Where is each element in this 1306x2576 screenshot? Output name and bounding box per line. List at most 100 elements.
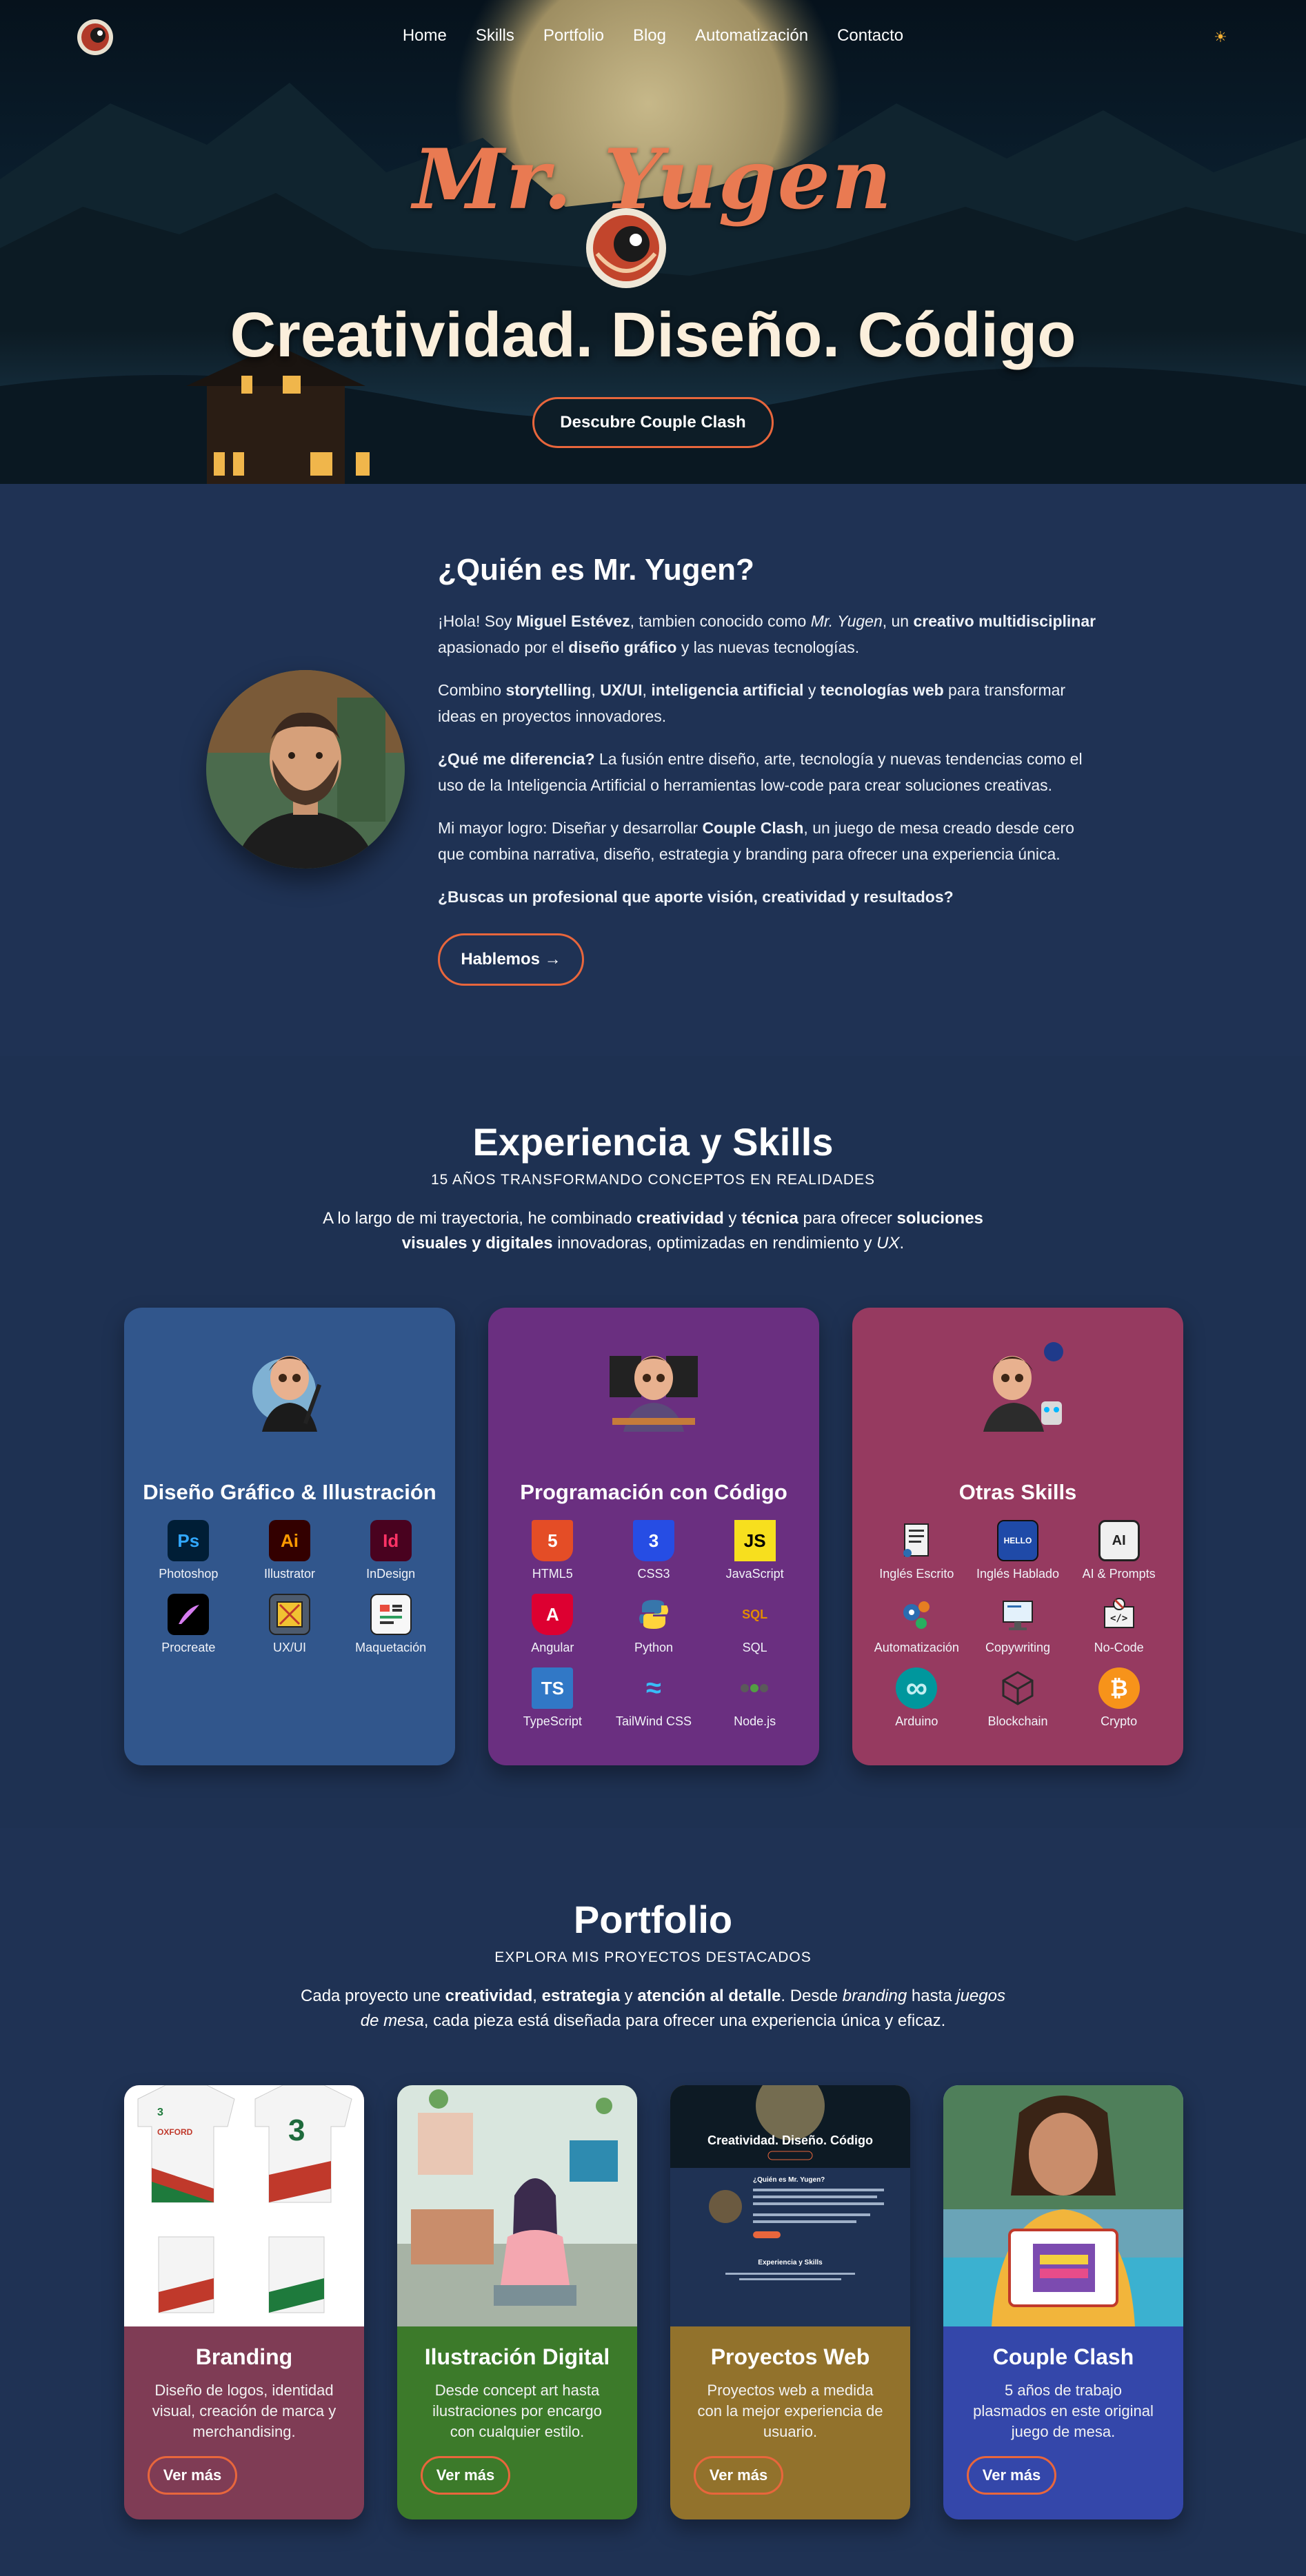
skill-card-programming: Programación con Código 5 HTML5 3 CSS3 JS J… xyxy=(488,1308,819,1765)
copywriting-shape xyxy=(1002,1601,1033,1630)
skill-item: 3 CSS3 xyxy=(603,1520,705,1581)
nodejs-icon xyxy=(734,1667,776,1709)
skill-label: Photoshop xyxy=(159,1567,219,1581)
skill-card-design: Diseño Gráfico & Illustración Ps Photosho… xyxy=(124,1308,455,1765)
text-span: , xyxy=(642,681,652,699)
about-section: ¿Quién es Mr. Yugen? ¡Hola! Soy Miguel E… xyxy=(0,484,1306,1056)
sun-icon[interactable]: ☀ xyxy=(1212,29,1229,45)
text-span: , tambien conocido como xyxy=(630,612,811,630)
skill-card-other: Otras Skills Inglés Escrito HELLO Inglés … xyxy=(852,1308,1183,1765)
python-shape xyxy=(639,1600,668,1629)
skill-item: TS TypeScript xyxy=(502,1667,603,1729)
skill-card-title: Programación con Código xyxy=(520,1480,787,1504)
skill-label: Python xyxy=(634,1641,674,1654)
text-span: A lo largo de mi trayectoria, he combina… xyxy=(323,1209,636,1228)
text-highlight: atención al detalle xyxy=(637,1987,781,2005)
skill-item: Node.js xyxy=(704,1667,805,1729)
web-preview-title: Creatividad. Diseño. Código xyxy=(707,2133,873,2147)
portfolio-card-desc: 5 años de trabajo plasmados en este orig… xyxy=(973,2382,1154,2440)
name-highlight: Miguel Estévez xyxy=(516,612,630,630)
skill-item: A Angular xyxy=(502,1594,603,1655)
brand-emblem-icon xyxy=(586,208,666,288)
portfolio-card-illustration[interactable]: Ilustración Digital Desde concept art ha… xyxy=(397,2085,637,2519)
main-nav: Home Skills Portfolio Blog Automatizació… xyxy=(0,26,1306,45)
nav-contact[interactable]: Contacto xyxy=(837,26,903,45)
profile-avatar xyxy=(206,670,405,869)
document-shape xyxy=(903,1523,930,1557)
nav-automation[interactable]: Automatización xyxy=(695,26,808,45)
text-span: , cada pieza está diseñada para ofrecer … xyxy=(423,2011,946,2030)
about-text: ¿Quién es Mr. Yugen? ¡Hola! Soy Miguel E… xyxy=(438,553,1100,986)
text-span: innovadoras, optimizadas en rendimiento … xyxy=(552,1234,877,1252)
lets-talk-button[interactable]: Hablemos → xyxy=(438,933,584,986)
skill-item: JS JavaScript xyxy=(704,1520,805,1581)
question-highlight: ¿Buscas un profesional que aporte visión… xyxy=(438,888,954,906)
portfolio-card-title: Couple Clash xyxy=(992,2344,1134,2369)
skill-item: ∞ Arduino xyxy=(866,1667,967,1729)
see-more-button[interactable]: Ver más xyxy=(421,2456,510,2495)
text-highlight: estrategia xyxy=(541,1987,620,2005)
portfolio-card-title: Branding xyxy=(195,2344,293,2369)
text-highlight: creatividad xyxy=(445,1987,533,2005)
nav-skills[interactable]: Skills xyxy=(476,26,514,45)
nav-portfolio[interactable]: Portfolio xyxy=(543,26,604,45)
skill-label: Maquetación xyxy=(355,1641,427,1654)
javascript-icon: JS xyxy=(734,1520,776,1561)
text-span: y xyxy=(619,1987,638,2005)
no-code-icon: </> xyxy=(1098,1594,1140,1635)
skill-label: Copywriting xyxy=(985,1641,1051,1654)
difference-highlight: ¿Qué me diferencia? xyxy=(438,750,595,768)
procreate-icon xyxy=(168,1594,210,1635)
layout-icon xyxy=(370,1594,412,1635)
blockchain-icon xyxy=(997,1667,1038,1709)
blockchain-shape xyxy=(1002,1671,1034,1705)
see-more-button[interactable]: Ver más xyxy=(148,2456,237,2495)
about-paragraph-skills: Combino storytelling, UX/UI, inteligenci… xyxy=(438,677,1100,729)
text-span: apasionado por el xyxy=(438,638,569,656)
skill-label: Arduino xyxy=(895,1714,938,1728)
text-span: hasta xyxy=(907,1987,957,2005)
nav-blog[interactable]: Blog xyxy=(633,26,666,45)
skill-icon-grid: Ps Photoshop Ai Illustrator Id InDesign Pro… xyxy=(138,1520,441,1655)
programmer-avatar-illustration xyxy=(610,1356,698,1432)
couple-clash-photo xyxy=(943,2085,1183,2326)
photoshop-icon: Ps xyxy=(168,1520,210,1561)
skill-label: Inglés Hablado xyxy=(976,1567,1060,1581)
text-span: y xyxy=(803,681,821,699)
portfolio-card-couple-clash[interactable]: Couple Clash 5 años de trabajo plasmados… xyxy=(943,2085,1183,2519)
about-paragraph-difference: ¿Qué me diferencia? La fusión entre dise… xyxy=(438,746,1100,798)
nodejs-shape xyxy=(740,1684,768,1692)
portfolio-section: Portfolio EXPLORA MIS PROYECTOS DESTACAD… xyxy=(0,1828,1306,2576)
portfolio-card-desc: Proyectos web a medida con la mejor expe… xyxy=(697,2382,883,2440)
text-highlight: UX xyxy=(876,1234,900,1252)
see-more-button[interactable]: Ver más xyxy=(967,2456,1056,2495)
nav-home[interactable]: Home xyxy=(403,26,447,45)
text-span: . xyxy=(899,1234,905,1252)
portfolio-card-branding[interactable]: 3 OXFORD 3 Branding Diseño de logos, ide… xyxy=(124,2085,364,2519)
skill-icon-grid: 5 HTML5 3 CSS3 JS JavaScript A Angular Pytho… xyxy=(502,1520,805,1729)
skill-item: </> No-Code xyxy=(1068,1594,1169,1655)
hero-section: Home Skills Portfolio Blog Automatizació… xyxy=(0,0,1306,484)
automation-shape xyxy=(903,1601,930,1629)
discover-couple-clash-button[interactable]: Descubre Couple Clash xyxy=(532,397,774,448)
spoken-english-icon: HELLO xyxy=(996,1520,1038,1561)
procreate-brush-shape xyxy=(179,1605,200,1624)
uxui-highlight: UX/UI xyxy=(600,681,643,699)
skill-item: AI AI & Prompts xyxy=(1068,1520,1169,1581)
skill-label: TailWind CSS xyxy=(615,1714,692,1728)
text-span: , xyxy=(532,1987,542,2005)
ai-chip-icon: AI xyxy=(1098,1520,1140,1561)
portfolio-title: Portfolio xyxy=(573,1898,733,1941)
skill-label: UX/UI xyxy=(272,1641,306,1654)
skill-label: AI & Prompts xyxy=(1082,1567,1156,1581)
text-span: , un xyxy=(882,612,914,630)
web-preview-about: ¿Quién es Mr. Yugen? xyxy=(753,2176,825,2184)
skill-card-title: Diseño Gráfico & Illustración xyxy=(143,1480,436,1504)
skill-label: InDesign xyxy=(366,1567,416,1581)
portfolio-description: Cada proyecto une creatividad, estrategi… xyxy=(294,1984,1012,2034)
see-more-button[interactable]: Ver más xyxy=(694,2456,783,2495)
portfolio-card-web[interactable]: Creatividad. Diseño. Código ¿Quién es Mr… xyxy=(670,2085,910,2519)
text-span: Cada proyecto une xyxy=(301,1987,445,2005)
ai-highlight: inteligencia artificial xyxy=(651,681,804,699)
skill-item: Blockchain xyxy=(967,1667,1069,1729)
